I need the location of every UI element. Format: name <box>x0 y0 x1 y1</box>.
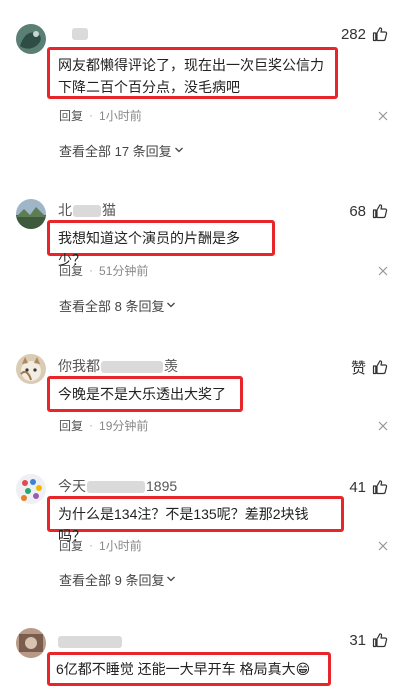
meta-separator: · <box>89 418 94 432</box>
thumbs-up-icon <box>372 27 388 42</box>
view-all-replies-button[interactable]: 查看全部 8 条回复 <box>59 296 176 314</box>
comment-time: 51分钟前 <box>99 263 149 278</box>
close-icon[interactable] <box>378 541 388 551</box>
meta-separator: · <box>89 108 94 122</box>
comment-text: 网友都懒得评论了，现在出一次巨奖公信力下降二百个百分点，没毛病吧 <box>58 57 324 95</box>
like-count: 68 <box>349 202 366 220</box>
comment-time: 1小时前 <box>99 538 142 553</box>
like-count: 31 <box>349 631 366 649</box>
like-button[interactable]: 赞 <box>351 357 388 377</box>
username-blur <box>58 636 122 649</box>
reply-button[interactable]: 回复 <box>59 107 83 124</box>
comment-time: 19分钟前 <box>99 418 149 433</box>
comment-meta: 回复 · 19分钟前 <box>59 417 148 433</box>
username[interactable]: 你我都 羡 <box>58 357 178 375</box>
close-icon[interactable] <box>378 266 388 276</box>
thumbs-up-icon <box>372 480 388 495</box>
username-text: 北 <box>58 202 72 218</box>
avatar[interactable] <box>16 24 46 54</box>
thumbs-up-icon <box>372 360 388 375</box>
avatar[interactable] <box>16 474 46 504</box>
username[interactable]: 北猫 <box>58 201 116 219</box>
view-all-replies-label: 查看全部 17 条回复 <box>59 143 172 159</box>
reply-button[interactable]: 回复 <box>59 537 83 554</box>
view-all-replies-label: 查看全部 9 条回复 <box>59 572 165 588</box>
username-text-tail: 羡 <box>164 358 178 374</box>
like-button[interactable]: 68 <box>349 201 388 221</box>
like-button[interactable]: 282 <box>341 24 388 44</box>
username-text-tail: 1895 <box>146 478 178 494</box>
view-all-replies-label: 查看全部 8 条回复 <box>59 298 165 314</box>
comment-meta: 回复 · 51分钟前 <box>59 262 148 278</box>
like-button[interactable]: 31 <box>349 630 388 650</box>
chevron-down-icon <box>167 576 176 582</box>
like-count: 41 <box>349 478 366 496</box>
like-button[interactable]: 41 <box>349 477 388 497</box>
username-text-tail: 猫 <box>102 202 116 218</box>
username-blur <box>71 28 88 41</box>
comment-text-box: 今晚是不是大乐透出大奖了 <box>47 376 243 412</box>
comment-meta: 回复 · 1小时前 <box>59 107 142 123</box>
thumbs-up-icon <box>372 633 388 648</box>
username-text: 今天 <box>58 478 86 494</box>
meta-separator: · <box>89 263 94 277</box>
username-text: 你我都 <box>58 358 100 374</box>
avatar[interactable] <box>16 354 46 384</box>
username[interactable] <box>58 632 122 650</box>
comment-time: 1小时前 <box>99 108 142 123</box>
comment-text-box: 为什么是134注？不是135呢？差那2块钱吗？ <box>47 496 344 544</box>
username-blur <box>87 481 145 494</box>
comment-text-box: 6亿都不睡觉 还能一大早开车 格局真大😁 <box>47 652 331 686</box>
thumbs-up-icon <box>372 204 388 219</box>
like-count: 赞 <box>350 359 366 377</box>
chevron-down-icon <box>174 147 183 153</box>
username-blur <box>101 361 163 374</box>
meta-separator: · <box>89 538 94 552</box>
username[interactable]: 今天 1895 <box>58 477 177 495</box>
username-blur <box>73 205 101 218</box>
avatar[interactable] <box>16 628 46 658</box>
close-icon[interactable] <box>378 421 388 431</box>
reply-button[interactable]: 回复 <box>59 417 83 434</box>
reply-button[interactable]: 回复 <box>59 262 83 279</box>
chevron-down-icon <box>167 302 176 308</box>
comment-text: 今晚是不是大乐透出大奖了 <box>58 386 226 402</box>
username[interactable]: 用户 <box>58 24 88 42</box>
view-all-replies-button[interactable]: 查看全部 9 条回复 <box>59 570 176 588</box>
comment-text-box: 网友都懒得评论了，现在出一次巨奖公信力下降二百个百分点，没毛病吧 <box>47 47 338 99</box>
comment-meta: 回复 · 1小时前 <box>59 537 142 553</box>
comment-text-box: 我想知道这个演员的片酬是多少？ <box>47 220 275 268</box>
view-all-replies-button[interactable]: 查看全部 17 条回复 <box>59 141 184 159</box>
like-count: 282 <box>340 25 366 43</box>
comment-text: 6亿都不睡觉 还能一大早开车 格局真大😁 <box>56 661 311 677</box>
close-icon[interactable] <box>378 111 388 121</box>
avatar[interactable] <box>16 199 46 229</box>
